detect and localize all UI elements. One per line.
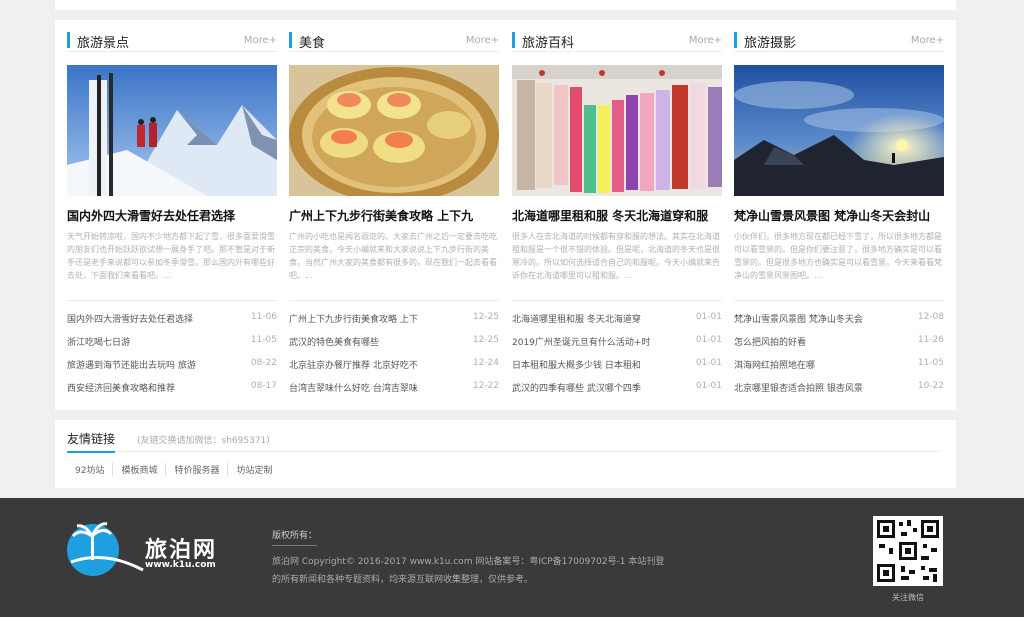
featured-image-kimono-shop[interactable] — [512, 65, 722, 196]
copyright-heading: 版权所有： — [272, 528, 318, 546]
top-strip — [55, 0, 956, 10]
list-item[interactable]: 梵净山雪景风景图 梵净山冬天会 12-08 — [734, 310, 944, 333]
column-title: 旅游景点 — [77, 36, 130, 51]
article-headline[interactable]: 北海道哪里租和服 冬天北海道穿和服 — [512, 207, 722, 224]
column-header: 旅游景点 More+ — [67, 30, 277, 52]
article-headline[interactable]: 国内外四大滑雪好去处任君选择 — [67, 207, 277, 224]
site-footer: 旅泊网 www.k1u.com 版权所有： 旅泊网 Copyright© 201… — [0, 498, 1024, 617]
list-item[interactable]: 广州上下九步行街美食攻略 上下 12-25 — [289, 310, 499, 333]
list-item[interactable]: 日本租和服大概多少钱 日本租和 01-01 — [512, 356, 722, 379]
article-summary: 小伙伴们，很多地方现在都已经下雪了，所以很多地方都是可以看雪景的。但是你们要注意… — [734, 232, 942, 280]
column-header: 旅游百科 More+ — [512, 30, 722, 52]
list-item[interactable]: 旅游遇到海节还能出去玩吗 旅游 08-22 — [67, 356, 277, 379]
accent-bar — [289, 32, 292, 48]
column-travel-photography: 旅游摄影 More+ 梵净山雪景风景图 梵净山冬天会封山 小伙伴们，很多地方现在… — [734, 20, 944, 410]
column-header: 旅游摄影 More+ — [734, 30, 944, 52]
logo-url: www.k1u.com — [145, 560, 216, 570]
friend-link[interactable]: 坊站定制 — [228, 463, 280, 476]
article-summary: 广州的小吃也是闻名遐迩的。大家去广州之后一定要去吃吃正宗的美食。今天小编就来和大… — [289, 232, 497, 280]
article-summary: 很多人在去北海道的时候都有穿和服的想法。其实在北海道租和服是一个很不错的体验。但… — [512, 232, 720, 280]
column-title: 旅游摄影 — [744, 36, 797, 51]
list-item[interactable]: 2019广州圣诞元旦有什么活动+时 01-01 — [512, 333, 722, 356]
links-title: 友情链接 — [67, 430, 116, 453]
list-item[interactable]: 国内外四大滑雪好去处任君选择 11-06 — [67, 310, 277, 333]
more-link[interactable]: More+ — [466, 35, 499, 46]
list-item[interactable]: 武汉的四季有哪些 武汉哪个四季 01-01 — [512, 379, 722, 402]
friend-link[interactable]: 模板商城 — [113, 463, 167, 476]
links-list: 92坊站 模板商城 特价服务器 坊站定制 — [67, 458, 281, 477]
wechat-qr-code — [873, 516, 943, 586]
column-food: 美食 More+ 广州上下九步行街美食攻略 上下九 广州的小吃也是闻名遐迩的。大 — [289, 20, 499, 410]
more-link[interactable]: More+ — [244, 35, 277, 46]
column-travel-encyclopedia: 旅游百科 More+ 北海道哪里租和服 冬天北海道穿和服 很多人在去北海道的时候… — [512, 20, 722, 410]
column-scenic-spots: 旅游景点 More+ 国内外四大滑雪好去处任君选择 天气开始转凉啦，国内不少地方 — [67, 20, 277, 410]
featured-image-skiing[interactable] — [67, 65, 277, 196]
friend-link[interactable]: 特价服务器 — [166, 463, 229, 476]
copyright-block: 版权所有： 旅泊网 Copyright© 2016-2017 www.k1u.c… — [272, 523, 792, 585]
divider — [289, 300, 499, 301]
content-panel: 旅游景点 More+ 国内外四大滑雪好去处任君选择 天气开始转凉啦，国内不少地方 — [55, 20, 956, 410]
column-title: 美食 — [299, 36, 326, 51]
palm-island-icon — [67, 522, 144, 576]
more-link[interactable]: More+ — [689, 35, 722, 46]
more-link[interactable]: More+ — [911, 35, 944, 46]
article-list: 梵净山雪景风景图 梵净山冬天会 12-08 怎么把风拍的好看 11-26 洱海网红拍… — [734, 310, 944, 402]
copyright-line-2: 的所有新闻和各种专题资料，均来源互联网收集整理，仅供参考。 — [272, 575, 534, 585]
list-item[interactable]: 怎么把风拍的好看 11-26 — [734, 333, 944, 356]
accent-bar — [734, 32, 737, 48]
links-subtitle: (友链交换请加微信：sh695371) — [137, 436, 270, 446]
list-item[interactable]: 北京哪里银杏适合拍照 银杏风景 10-22 — [734, 379, 944, 402]
article-list: 北海道哪里租和服 冬天北海道穿 01-01 2019广州圣诞元旦有什么活动+时 01… — [512, 310, 722, 402]
list-item[interactable]: 北京驻京办餐厅推荐 北京好吃不 12-24 — [289, 356, 499, 379]
list-item[interactable]: 西安经济回美食攻略和推荐 08-17 — [67, 379, 277, 402]
list-item[interactable]: 台湾吉翠味什么好吃 台湾吉翠味 12-22 — [289, 379, 499, 402]
list-item[interactable]: 武汉的特色美食有哪些 12-25 — [289, 333, 499, 356]
featured-image-mountain-sunset[interactable] — [734, 65, 944, 196]
divider — [512, 300, 722, 301]
list-item[interactable]: 洱海网红拍照地在哪 11-05 — [734, 356, 944, 379]
featured-image-dim-sum[interactable] — [289, 65, 499, 196]
column-title: 旅游百科 — [522, 36, 575, 51]
column-header: 美食 More+ — [289, 30, 499, 52]
article-headline[interactable]: 梵净山雪景风景图 梵净山冬天会封山 — [734, 207, 944, 224]
accent-bar — [512, 32, 515, 48]
list-item[interactable]: 北海道哪里租和服 冬天北海道穿 01-01 — [512, 310, 722, 333]
site-logo[interactable]: 旅泊网 www.k1u.com — [65, 520, 245, 578]
article-summary: 天气开始转凉啦，国内不少地方都下起了雪，很多喜爱滑雪的朋友们也开始跃跃欲试想一展… — [67, 232, 275, 280]
article-list: 广州上下九步行街美食攻略 上下 12-25 武汉的特色美食有哪些 12-25 北京驻… — [289, 310, 499, 402]
qr-caption: 关注微信 — [892, 593, 924, 602]
copyright-line-1: 旅泊网 Copyright© 2016-2017 www.k1u.com 网站备… — [272, 557, 665, 567]
accent-bar — [67, 32, 70, 48]
article-list: 国内外四大滑雪好去处任君选择 11-06 浙江吃喝七日游 11-05 旅游遇到海节还… — [67, 310, 277, 402]
links-header: 友情链接 (友链交换请加微信：sh695371) — [67, 428, 940, 453]
divider — [734, 300, 944, 301]
friend-link[interactable]: 92坊站 — [67, 463, 114, 476]
article-headline[interactable]: 广州上下九步行街美食攻略 上下九 — [289, 207, 499, 224]
divider — [67, 300, 277, 301]
list-item[interactable]: 浙江吃喝七日游 11-05 — [67, 333, 277, 356]
friendly-links-section: 友情链接 (友链交换请加微信：sh695371) 92坊站 模板商城 特价服务器 坊站… — [55, 420, 956, 488]
